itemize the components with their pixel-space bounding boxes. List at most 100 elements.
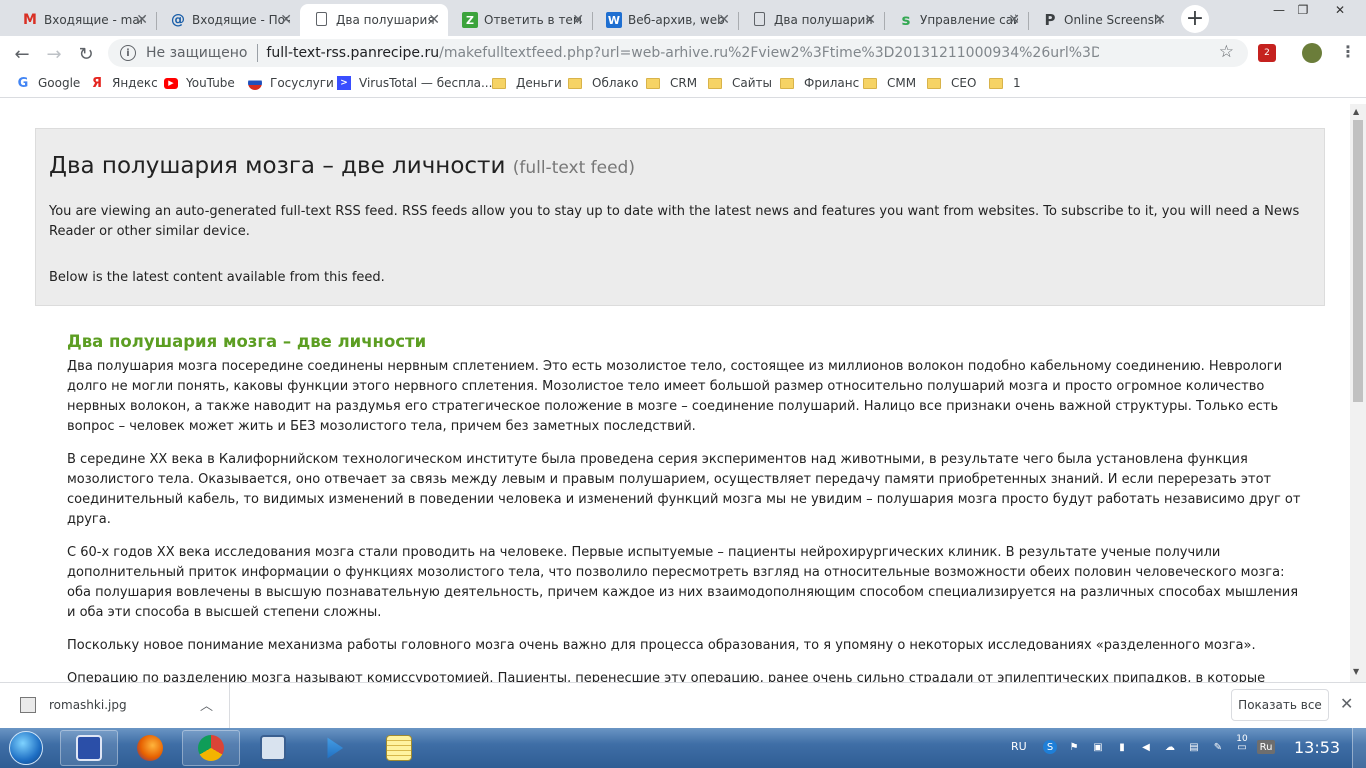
monitor-icon[interactable]: ▭: [1235, 740, 1249, 754]
taskbar-app-firefox[interactable]: [121, 730, 179, 766]
tab-mail-ru[interactable]: @ Входящие - Поч ✕: [156, 4, 300, 36]
profile-avatar[interactable]: [1302, 43, 1322, 63]
folder-icon: [708, 77, 722, 89]
tab-site-management[interactable]: s Управление сай ✕: [884, 4, 1028, 36]
close-window-button[interactable]: ✕: [1318, 0, 1362, 20]
bookmark-label: СЕО: [951, 76, 977, 90]
clock[interactable]: 13:53: [1294, 738, 1340, 757]
device-icon[interactable]: ▣: [1091, 740, 1105, 754]
reload-button[interactable]: ↻: [74, 42, 98, 66]
tab-online-screenshot[interactable]: P Online Screensh ✕: [1028, 4, 1174, 36]
pen-icon[interactable]: ✎: [1211, 740, 1225, 754]
tab-reply[interactable]: Z Ответить в теме ✕: [448, 4, 592, 36]
tab-title: Online Screensh: [1064, 13, 1162, 27]
signal-icon[interactable]: ▮: [1115, 740, 1129, 754]
bookmark-folder-freelance[interactable]: Фриланс: [780, 76, 859, 90]
document-icon: [754, 12, 765, 26]
chevron-up-icon[interactable]: ︿: [200, 695, 213, 714]
show-desktop-button[interactable]: [1352, 728, 1366, 768]
browser-toolbar: ← → ↻ i Не защищено full-text-rss.panrec…: [0, 36, 1366, 70]
bookmark-google[interactable]: G Google: [16, 76, 81, 91]
article-paragraph: С 60-х годов ХХ века исследования мозга …: [67, 545, 1299, 620]
taskbar-app-chrome[interactable]: [182, 730, 240, 766]
bookmark-gosuslugi[interactable]: Госуслуги: [248, 76, 334, 90]
bookmark-yandex[interactable]: Я Яндекс: [90, 76, 158, 91]
show-all-downloads-button[interactable]: Показать все: [1231, 689, 1329, 721]
close-icon[interactable]: ✕: [280, 12, 292, 28]
folder-icon: [780, 77, 794, 89]
maximize-button[interactable]: ❐: [1292, 0, 1314, 20]
bookmark-label: СММ: [887, 76, 917, 90]
taskbar-app-notepad[interactable]: [370, 730, 428, 766]
scroll-up-icon[interactable]: ▲: [1353, 107, 1359, 116]
tab-gmail[interactable]: M Входящие - mar ✕: [8, 4, 156, 36]
taskbar-app-media[interactable]: [305, 730, 363, 766]
tab-article-2[interactable]: Два полушария ✕: [738, 4, 884, 36]
download-bar: romashki.jpg ︿ Показать все ✕: [0, 682, 1366, 728]
forward-button[interactable]: →: [42, 42, 66, 66]
security-label[interactable]: Не защищено: [146, 45, 247, 61]
minimize-button[interactable]: —: [1268, 0, 1290, 20]
article-paragraph: В середине ХХ века в Калифорнийском техн…: [67, 452, 1301, 527]
tab-title: Входящие - Поч: [192, 13, 290, 27]
bookmark-folder-saity[interactable]: Сайты: [708, 76, 772, 90]
start-button[interactable]: [2, 729, 50, 767]
gosuslugi-icon: [248, 76, 262, 90]
bookmark-folder-1[interactable]: 1: [989, 76, 1021, 90]
bookmark-folder-dengi[interactable]: Деньги: [492, 76, 562, 90]
page-scrollbar[interactable]: ▲ ▼: [1350, 104, 1366, 682]
page-viewport: Два полушария мозга – две личности (full…: [0, 104, 1350, 682]
youtube-icon: ▶: [164, 77, 178, 89]
extension-icon[interactable]: 2: [1258, 44, 1276, 62]
info-icon[interactable]: i: [120, 45, 136, 61]
input-language[interactable]: RU: [1011, 740, 1027, 753]
folder-icon: [646, 77, 660, 89]
bookmark-virustotal[interactable]: > VirusTotal — бесплa...: [337, 76, 492, 90]
bookmark-folder-oblako[interactable]: Облако: [568, 76, 638, 90]
bookmark-label: YouTube: [186, 76, 235, 90]
feed-subtitle: (full-text feed): [512, 158, 635, 178]
folder-tray-icon[interactable]: ▤: [1187, 740, 1201, 754]
tab-active-article[interactable]: Два полушария ✕: [300, 4, 448, 36]
article-title[interactable]: Два полушария мозга – две личности: [67, 332, 1307, 351]
bookmark-folder-crm[interactable]: CRM: [646, 76, 697, 90]
close-icon[interactable]: ✕: [136, 12, 148, 28]
skype-icon[interactable]: S: [1043, 740, 1057, 754]
scrollbar-thumb[interactable]: [1353, 120, 1363, 402]
bookmark-folder-smm[interactable]: СММ: [863, 76, 916, 90]
taskbar-app-save[interactable]: [60, 730, 118, 766]
cloud-icon[interactable]: ☁: [1163, 740, 1177, 754]
keyboard-layout-badge[interactable]: Ru: [1257, 740, 1275, 754]
feed-header: Два полушария мозга – две личности (full…: [35, 128, 1325, 306]
bookmark-folder-seo[interactable]: СЕО: [927, 76, 976, 90]
close-icon[interactable]: ✕: [1008, 12, 1020, 28]
bookmark-label: Деньги: [516, 76, 562, 90]
bookmark-star-icon[interactable]: ☆: [1219, 42, 1234, 62]
address-bar[interactable]: i Не защищено full-text-rss.panrecipe.ru…: [108, 39, 1248, 67]
back-button[interactable]: ←: [10, 42, 34, 66]
close-icon[interactable]: ✕: [1154, 12, 1166, 28]
notepad-icon: [386, 735, 412, 761]
close-icon[interactable]: ✕: [1340, 694, 1353, 713]
close-icon[interactable]: ✕: [864, 12, 876, 28]
scroll-down-icon[interactable]: ▼: [1353, 667, 1359, 676]
volume-icon[interactable]: ◀: [1139, 740, 1153, 754]
bookmark-label: Фриланс: [804, 76, 860, 90]
bookmarks-bar: G Google Я Яндекс ▶ YouTube Госуслуги > …: [0, 70, 1366, 98]
download-item[interactable]: romashki.jpg ︿: [0, 683, 230, 728]
new-tab-button[interactable]: +: [1181, 5, 1209, 33]
folder-icon: [568, 77, 582, 89]
close-icon[interactable]: ✕: [718, 12, 730, 28]
tab-title: Веб-архив, web: [628, 13, 725, 27]
close-icon[interactable]: ✕: [572, 12, 584, 28]
close-icon[interactable]: ✕: [428, 12, 440, 28]
feed-title: Два полушария мозга – две личности (full…: [49, 153, 635, 179]
folder-icon: [989, 77, 1003, 89]
tab-web-archive[interactable]: W Веб-архив, web ✕: [592, 4, 738, 36]
taskbar-app-network[interactable]: [244, 730, 302, 766]
menu-icon[interactable]: ⋮: [1340, 42, 1356, 61]
article-paragraph: Операцию по разделению мозга называют ко…: [67, 671, 1266, 682]
flag-icon[interactable]: ⚑: [1067, 740, 1081, 754]
bookmark-youtube[interactable]: ▶ YouTube: [164, 76, 235, 90]
feed-intro-latest: Below is the latest content available fr…: [49, 270, 385, 285]
